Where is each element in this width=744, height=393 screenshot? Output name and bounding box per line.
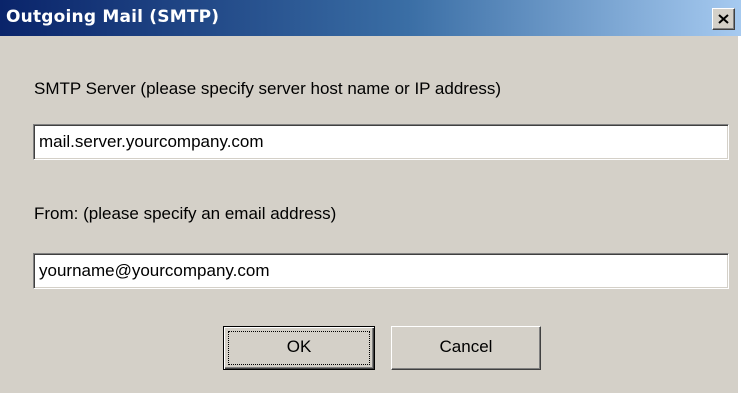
title-bar[interactable]: Outgoing Mail (SMTP): [0, 0, 741, 36]
ok-button-label: OK: [286, 337, 312, 356]
ok-button[interactable]: OK: [223, 326, 375, 370]
from-address-label: From: (please specify an email address): [34, 204, 337, 223]
cancel-button-label: Cancel: [439, 337, 493, 356]
smtp-server-input[interactable]: [33, 124, 729, 160]
smtp-dialog: Outgoing Mail (SMTP) SMTP Server (please…: [0, 0, 741, 393]
from-address-input[interactable]: [33, 253, 729, 289]
cancel-button[interactable]: Cancel: [391, 326, 541, 370]
window-title: Outgoing Mail (SMTP): [6, 7, 220, 27]
close-button[interactable]: [712, 8, 735, 30]
close-icon: [718, 14, 729, 24]
smtp-server-label: SMTP Server (please specify server host …: [34, 79, 502, 98]
